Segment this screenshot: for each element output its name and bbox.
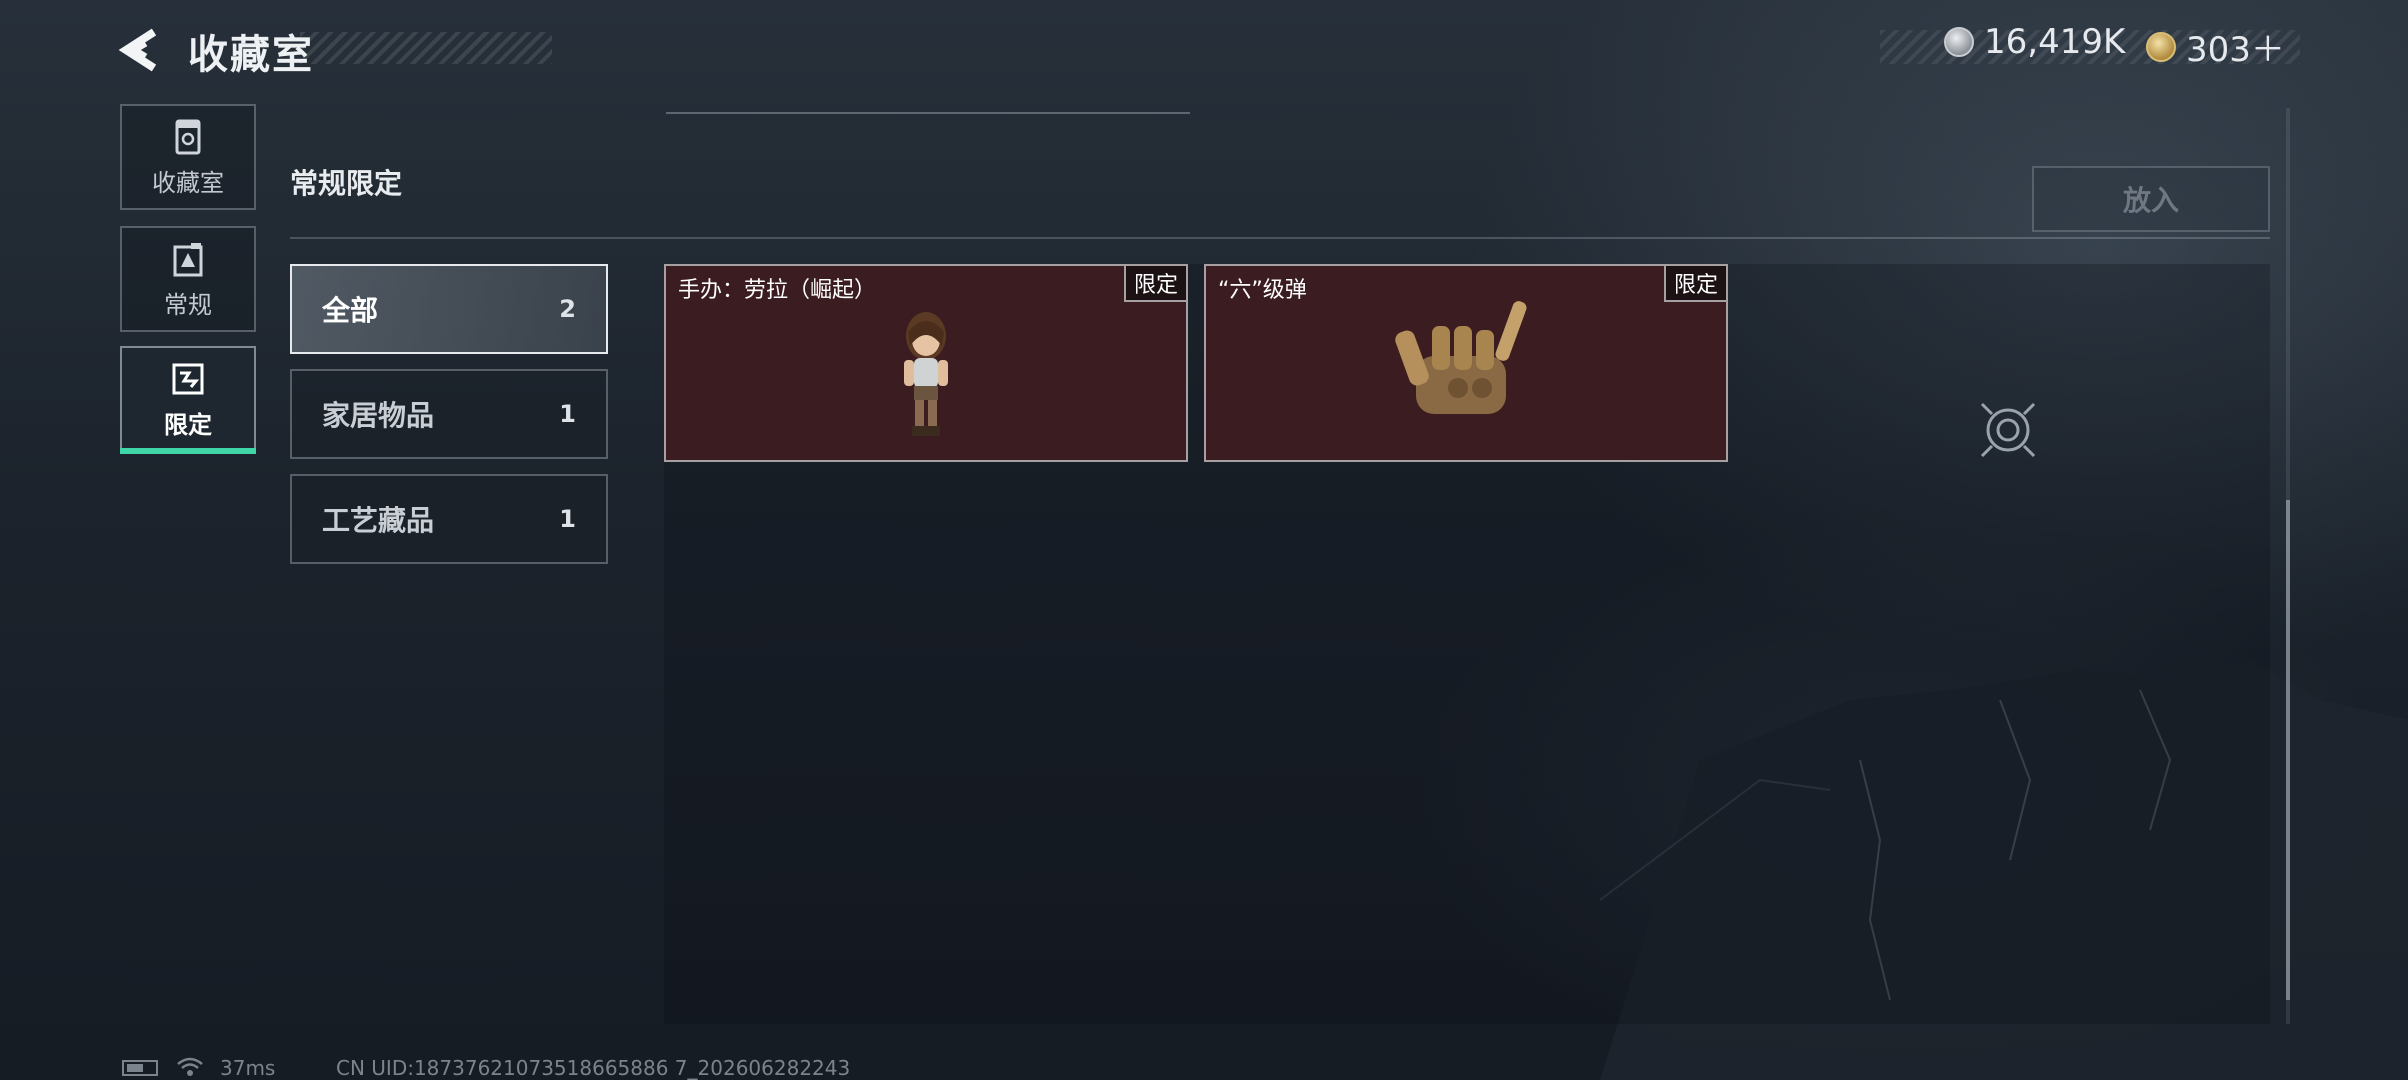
active-indicator bbox=[120, 448, 256, 454]
back-arrow-icon[interactable] bbox=[118, 26, 164, 74]
limited-badge: 限定 bbox=[1123, 266, 1186, 302]
limited-icon bbox=[172, 363, 204, 394]
sidebar-item-regular[interactable]: 常规 bbox=[120, 226, 256, 332]
item-card-six-bullet[interactable]: “六”级弹 限定 bbox=[1204, 264, 1728, 462]
uid-text: CN UID:18737621073518665886 7_2026062822… bbox=[336, 1056, 851, 1080]
regular-icon bbox=[173, 242, 203, 276]
figurine-icon bbox=[904, 312, 948, 436]
silver-currency-value: 16,419K bbox=[1984, 22, 2126, 62]
section-title: 常规限定 bbox=[290, 167, 403, 200]
category-count: 1 bbox=[559, 505, 576, 533]
item-name: 手办：劳拉（崛起） bbox=[678, 278, 877, 303]
battery-icon bbox=[122, 1060, 158, 1076]
category-count: 1 bbox=[559, 400, 576, 428]
wifi-icon bbox=[177, 1057, 203, 1076]
silver-currency[interactable]: 16,419K bbox=[1944, 22, 2125, 62]
item-name: “六”级弹 bbox=[1218, 278, 1307, 303]
scrolled-item-edge bbox=[666, 108, 1190, 114]
category-count: 2 bbox=[559, 295, 576, 323]
silver-coin-icon bbox=[1944, 27, 1974, 57]
category-label: 工艺藏品 bbox=[322, 504, 435, 537]
sidebar-item-label: 常规 bbox=[164, 290, 212, 319]
target-reticle-icon[interactable] bbox=[1976, 398, 2040, 462]
item-card-lara-figurine[interactable]: 手办：劳拉（崛起） 限定 bbox=[664, 264, 1188, 462]
category-crafts[interactable]: 工艺藏品 1 bbox=[290, 474, 608, 564]
bullet-hand-icon bbox=[1395, 301, 1527, 414]
category-all[interactable]: 全部 2 bbox=[290, 264, 608, 354]
scrollbar-thumb[interactable] bbox=[2286, 500, 2290, 1000]
page-title: 收藏室 bbox=[188, 32, 314, 78]
ping-text: 37ms bbox=[220, 1056, 276, 1080]
sidebar-item-collection[interactable]: 收藏室 bbox=[120, 104, 256, 210]
category-label: 家居物品 bbox=[322, 399, 435, 432]
sidebar-item-limited[interactable]: 限定 bbox=[120, 346, 256, 452]
limited-badge: 限定 bbox=[1663, 266, 1726, 302]
gold-currency[interactable]: 303＋ bbox=[2146, 22, 2285, 71]
section-divider bbox=[290, 237, 2270, 239]
put-in-button[interactable]: 放入 bbox=[2032, 166, 2270, 232]
collection-icon bbox=[175, 119, 201, 154]
category-home-items[interactable]: 家居物品 1 bbox=[290, 369, 608, 459]
sidebar-item-label: 收藏室 bbox=[152, 168, 224, 197]
sidebar-item-label: 限定 bbox=[164, 410, 212, 439]
gold-coin-icon bbox=[2146, 31, 2176, 62]
category-label: 全部 bbox=[322, 294, 379, 327]
title-decoration bbox=[300, 32, 552, 64]
gold-currency-value: 303＋ bbox=[2186, 30, 2285, 70]
